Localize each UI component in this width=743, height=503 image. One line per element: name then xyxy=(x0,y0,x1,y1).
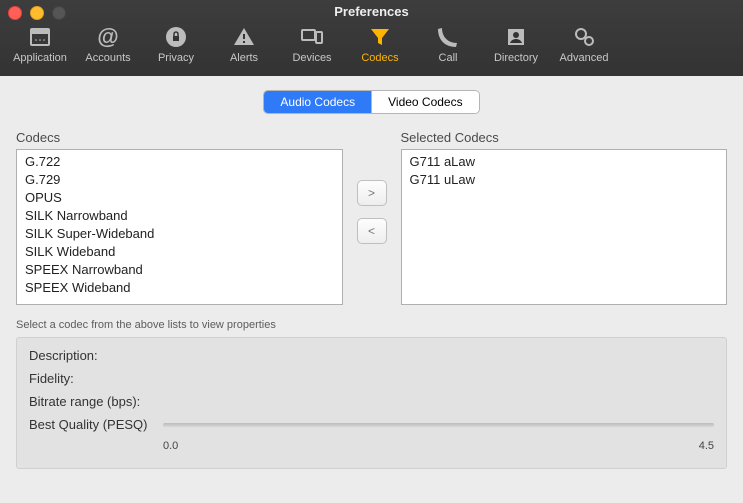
tab-directory[interactable]: Directory xyxy=(482,24,550,64)
phone-icon xyxy=(435,24,461,50)
selected-codecs-label: Selected Codecs xyxy=(401,130,728,145)
tab-codecs[interactable]: Codecs xyxy=(346,24,414,64)
segment-video-codecs[interactable]: Video Codecs xyxy=(371,91,479,113)
tab-privacy[interactable]: Privacy xyxy=(142,24,210,64)
tab-application[interactable]: Application xyxy=(6,24,74,64)
description-label: Description: xyxy=(29,348,157,363)
tab-label: Advanced xyxy=(560,52,609,64)
lock-icon xyxy=(163,24,189,50)
selected-codecs-column: Selected Codecs G711 aLawG711 uLaw xyxy=(401,130,728,305)
funnel-icon xyxy=(367,24,393,50)
properties-box: Description: Fidelity: Bitrate range (bp… xyxy=(16,337,727,469)
list-item[interactable]: OPUS xyxy=(25,189,334,207)
preferences-toolbar: Application @ Accounts Privacy Alerts De… xyxy=(0,24,743,64)
tab-label: Application xyxy=(13,52,67,64)
tab-call[interactable]: Call xyxy=(414,24,482,64)
devices-icon xyxy=(299,24,325,50)
tab-advanced[interactable]: Advanced xyxy=(550,24,618,64)
list-item[interactable]: G.729 xyxy=(25,171,334,189)
available-codecs-label: Codecs xyxy=(16,130,343,145)
list-item[interactable]: G.722 xyxy=(25,153,334,171)
bitrate-label: Bitrate range (bps): xyxy=(29,394,157,409)
list-item[interactable]: SPEEX Narrowband xyxy=(25,261,334,279)
tab-label: Privacy xyxy=(158,52,194,64)
properties-hint: Select a codec from the above lists to v… xyxy=(16,319,727,331)
fidelity-label: Fidelity: xyxy=(29,371,157,386)
selected-codecs-listbox[interactable]: G711 aLawG711 uLaw xyxy=(401,149,728,305)
pesq-min: 0.0 xyxy=(163,440,178,452)
codec-lists: Codecs G.722G.729OPUSSILK NarrowbandSILK… xyxy=(10,130,733,305)
tab-label: Accounts xyxy=(85,52,130,64)
contact-icon xyxy=(503,24,529,50)
tab-label: Codecs xyxy=(361,52,398,64)
move-buttons: > < xyxy=(343,130,401,244)
tab-alerts[interactable]: Alerts xyxy=(210,24,278,64)
list-item[interactable]: SILK Wideband xyxy=(25,243,334,261)
tab-accounts[interactable]: @ Accounts xyxy=(74,24,142,64)
tab-label: Directory xyxy=(494,52,538,64)
add-codec-button[interactable]: > xyxy=(357,180,387,206)
list-item[interactable]: G711 uLaw xyxy=(410,171,719,189)
list-item[interactable]: SPEEX Wideband xyxy=(25,279,334,297)
gears-icon xyxy=(571,24,597,50)
available-codecs-column: Codecs G.722G.729OPUSSILK NarrowbandSILK… xyxy=(16,130,343,305)
tab-label: Alerts xyxy=(230,52,258,64)
titlebar: Preferences Application @ Accounts Priva… xyxy=(0,0,743,76)
available-codecs-listbox[interactable]: G.722G.729OPUSSILK NarrowbandSILK Super-… xyxy=(16,149,343,305)
list-item[interactable]: G711 aLaw xyxy=(410,153,719,171)
svg-text:@: @ xyxy=(97,25,118,49)
pesq-max: 4.5 xyxy=(699,440,714,452)
segment-audio-codecs[interactable]: Audio Codecs xyxy=(264,91,371,113)
remove-codec-button[interactable]: < xyxy=(357,218,387,244)
codec-properties: Select a codec from the above lists to v… xyxy=(16,319,727,469)
tab-label: Devices xyxy=(292,52,331,64)
codec-type-segmented: Audio Codecs Video Codecs xyxy=(263,90,479,114)
list-item[interactable]: SILK Super-Wideband xyxy=(25,225,334,243)
tab-label: Call xyxy=(439,52,458,64)
preferences-body: Audio Codecs Video Codecs Codecs G.722G.… xyxy=(0,76,743,503)
tab-devices[interactable]: Devices xyxy=(278,24,346,64)
application-icon xyxy=(27,24,53,50)
pesq-slider[interactable] xyxy=(163,423,714,427)
pesq-range: 0.0 4.5 xyxy=(163,440,714,452)
pesq-label: Best Quality (PESQ) xyxy=(29,417,157,432)
at-icon: @ xyxy=(95,24,121,50)
window-title: Preferences xyxy=(0,4,743,19)
list-item[interactable]: SILK Narrowband xyxy=(25,207,334,225)
alert-icon xyxy=(231,24,257,50)
